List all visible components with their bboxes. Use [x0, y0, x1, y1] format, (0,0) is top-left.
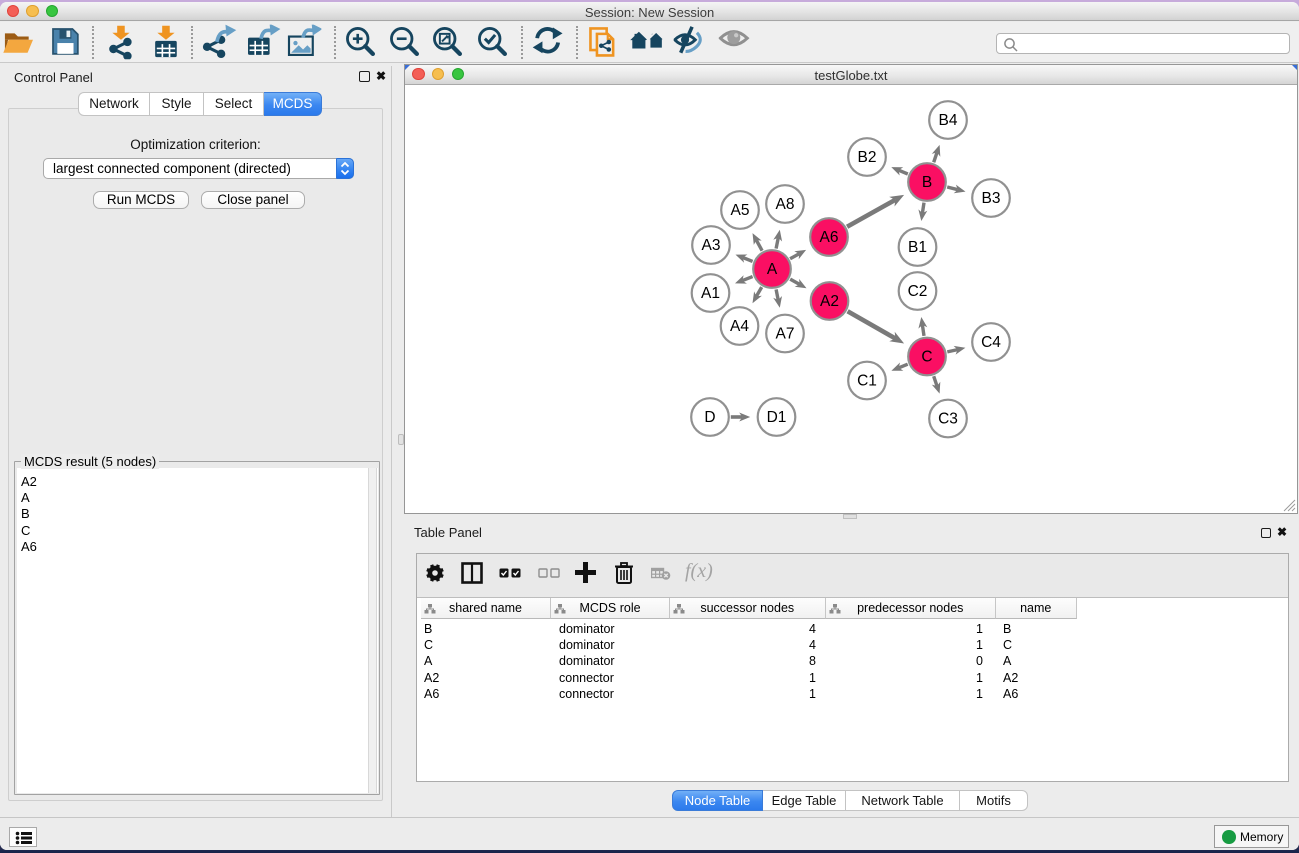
svg-text:D: D	[704, 409, 715, 426]
svg-text:C4: C4	[981, 334, 1001, 351]
svg-text:A3: A3	[702, 237, 721, 254]
svg-text:C2: C2	[908, 283, 928, 300]
svg-text:B: B	[922, 174, 932, 191]
svg-text:A8: A8	[776, 196, 795, 213]
svg-text:C: C	[921, 349, 932, 366]
svg-text:A1: A1	[701, 285, 720, 302]
svg-text:A5: A5	[731, 202, 750, 219]
svg-text:A2: A2	[820, 293, 839, 310]
svg-text:B2: B2	[858, 149, 877, 166]
svg-text:B4: B4	[939, 112, 958, 129]
svg-text:D1: D1	[767, 409, 787, 426]
svg-text:A7: A7	[776, 326, 795, 343]
svg-text:B1: B1	[908, 239, 927, 256]
svg-text:C1: C1	[857, 373, 877, 390]
svg-text:C3: C3	[938, 411, 958, 428]
svg-text:A: A	[767, 261, 778, 278]
svg-text:A4: A4	[730, 318, 749, 335]
svg-text:B3: B3	[982, 190, 1001, 207]
svg-text:A6: A6	[820, 229, 839, 246]
